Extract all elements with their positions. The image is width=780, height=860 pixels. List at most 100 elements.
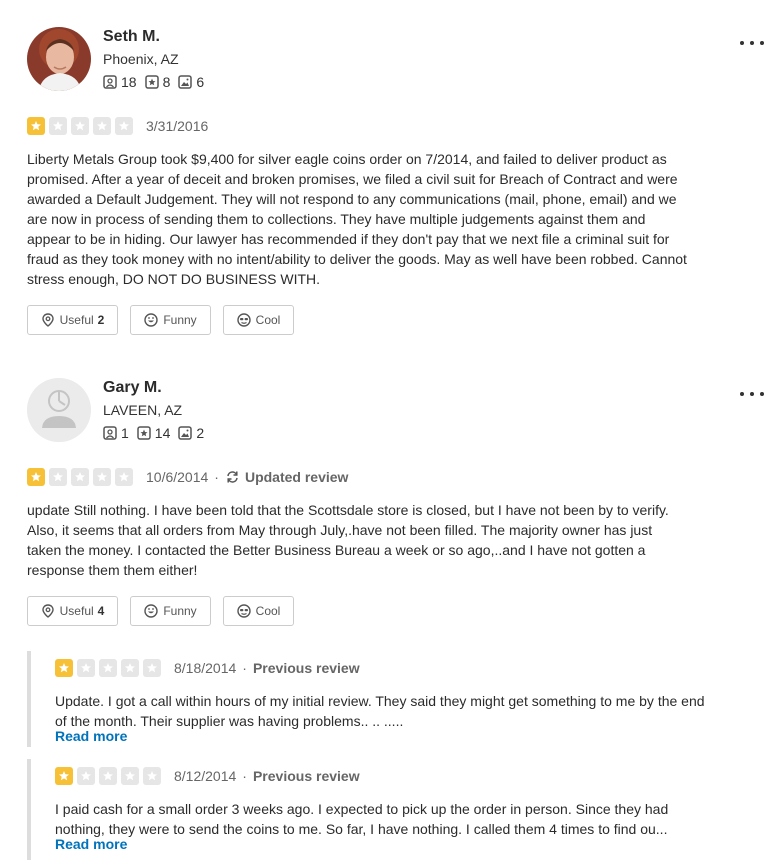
funny-icon (144, 604, 159, 618)
star-icon (49, 117, 67, 135)
useful-icon (41, 313, 54, 327)
star-icon (55, 659, 73, 677)
star-icon (71, 117, 89, 135)
star-rating (55, 659, 165, 677)
useful-button[interactable]: Useful 4 (27, 596, 118, 626)
review-card: Gary M. LAVEEN, AZ 1 14 2 10/6/2014 · Up… (27, 378, 767, 628)
photos-count: 2 (196, 425, 205, 441)
reviewer-location: Phoenix, AZ (103, 51, 179, 67)
useful-label: Useful (59, 313, 94, 327)
photo-icon (178, 75, 193, 89)
review-date: 8/18/2014 (174, 660, 237, 676)
cool-icon (236, 604, 251, 618)
read-more-link[interactable]: Read more (55, 836, 127, 852)
star-icon (143, 767, 161, 785)
cool-icon (236, 313, 251, 327)
avatar[interactable] (27, 378, 91, 442)
star-icon (77, 659, 95, 677)
funny-button[interactable]: Funny (130, 596, 211, 626)
updated-label-text: Updated review (244, 469, 349, 485)
reviewer-stats: 18 8 6 (103, 73, 212, 91)
star-icon (71, 468, 89, 486)
funny-label: Funny (163, 313, 197, 327)
separator: · (242, 660, 247, 676)
photos-count: 6 (196, 74, 205, 90)
photos-stat: 6 (178, 73, 204, 91)
previous-review-label: Previous review (252, 660, 360, 676)
star-icon (27, 468, 45, 486)
star-icon (49, 468, 67, 486)
friends-icon (103, 426, 117, 440)
review-date: 8/12/2014 (174, 768, 237, 784)
star-rating (27, 117, 137, 135)
previous-review: 8/12/2014 · Previous review I paid cash … (27, 759, 744, 860)
previous-review-label: Previous review (252, 768, 360, 784)
reviewer-location: LAVEEN, AZ (103, 402, 183, 418)
previous-review: 8/18/2014 · Previous review Update. I go… (27, 651, 744, 747)
cool-label: Cool (255, 313, 281, 327)
review-star-icon (144, 75, 159, 89)
friends-stat: 1 (103, 424, 129, 442)
vote-buttons: Useful 4 Funny Cool (27, 596, 306, 626)
updated-review-label: Updated review (225, 469, 348, 485)
photos-stat: 2 (178, 424, 204, 442)
rating-row: 8/12/2014 · Previous review (55, 767, 360, 785)
useful-count: 2 (97, 313, 105, 327)
rating-row: 3/31/2016 (27, 117, 208, 135)
reviewer-name[interactable]: Seth M. (103, 27, 160, 47)
cool-button[interactable]: Cool (223, 596, 294, 626)
review-text: I paid cash for a small order 3 weeks ag… (55, 801, 669, 837)
useful-icon (41, 604, 54, 618)
reviews-stat: 14 (137, 424, 171, 442)
star-rating (55, 767, 165, 785)
star-icon (121, 659, 139, 677)
photo-icon (178, 426, 193, 440)
avatar[interactable] (27, 27, 91, 91)
star-icon (121, 767, 139, 785)
reviews-stat: 8 (144, 73, 171, 91)
star-icon (143, 659, 161, 677)
review-star-icon (137, 426, 151, 440)
separator: · (214, 469, 219, 485)
friends-stat: 18 (103, 73, 137, 91)
star-icon (27, 117, 45, 135)
reviewer-stats: 1 14 2 (103, 424, 212, 442)
review-text: Update. I got a call within hours of my … (55, 693, 705, 729)
useful-button[interactable]: Useful 2 (27, 305, 118, 335)
more-options-icon[interactable] (740, 386, 764, 402)
useful-count: 4 (97, 604, 105, 618)
funny-button[interactable]: Funny (130, 305, 211, 335)
star-icon (99, 659, 117, 677)
funny-label: Funny (163, 604, 197, 618)
reviews-count: 8 (162, 74, 171, 90)
friends-icon (103, 75, 117, 89)
rating-row: 10/6/2014 · Updated review (27, 468, 348, 486)
star-icon (77, 767, 95, 785)
refresh-icon (227, 471, 238, 483)
star-icon (115, 117, 133, 135)
star-icon (99, 767, 117, 785)
star-icon (93, 117, 111, 135)
vote-buttons: Useful 2 Funny Cool (27, 305, 306, 335)
more-options-icon[interactable] (740, 35, 764, 51)
friends-count: 18 (121, 74, 137, 90)
review-date: 3/31/2016 (146, 118, 209, 134)
friends-count: 1 (121, 425, 129, 441)
reviews-count: 14 (154, 425, 171, 441)
review-date: 10/6/2014 (146, 469, 209, 485)
review-text: update Still nothing. I have been told t… (27, 502, 669, 578)
useful-label: Useful (59, 604, 94, 618)
star-icon (55, 767, 73, 785)
star-rating (27, 468, 137, 486)
reviewer-name[interactable]: Gary M. (103, 378, 162, 398)
funny-icon (144, 313, 159, 327)
review-card: Seth M. Phoenix, AZ 18 8 6 3/31/2016 Lib… (27, 27, 767, 342)
cool-label: Cool (255, 604, 281, 618)
cool-button[interactable]: Cool (223, 305, 294, 335)
rating-row: 8/18/2014 · Previous review (55, 659, 360, 677)
star-icon (115, 468, 133, 486)
review-text: Liberty Metals Group took $9,400 for sil… (27, 151, 687, 287)
separator: · (242, 768, 247, 784)
read-more-link[interactable]: Read more (55, 728, 127, 744)
star-icon (93, 468, 111, 486)
